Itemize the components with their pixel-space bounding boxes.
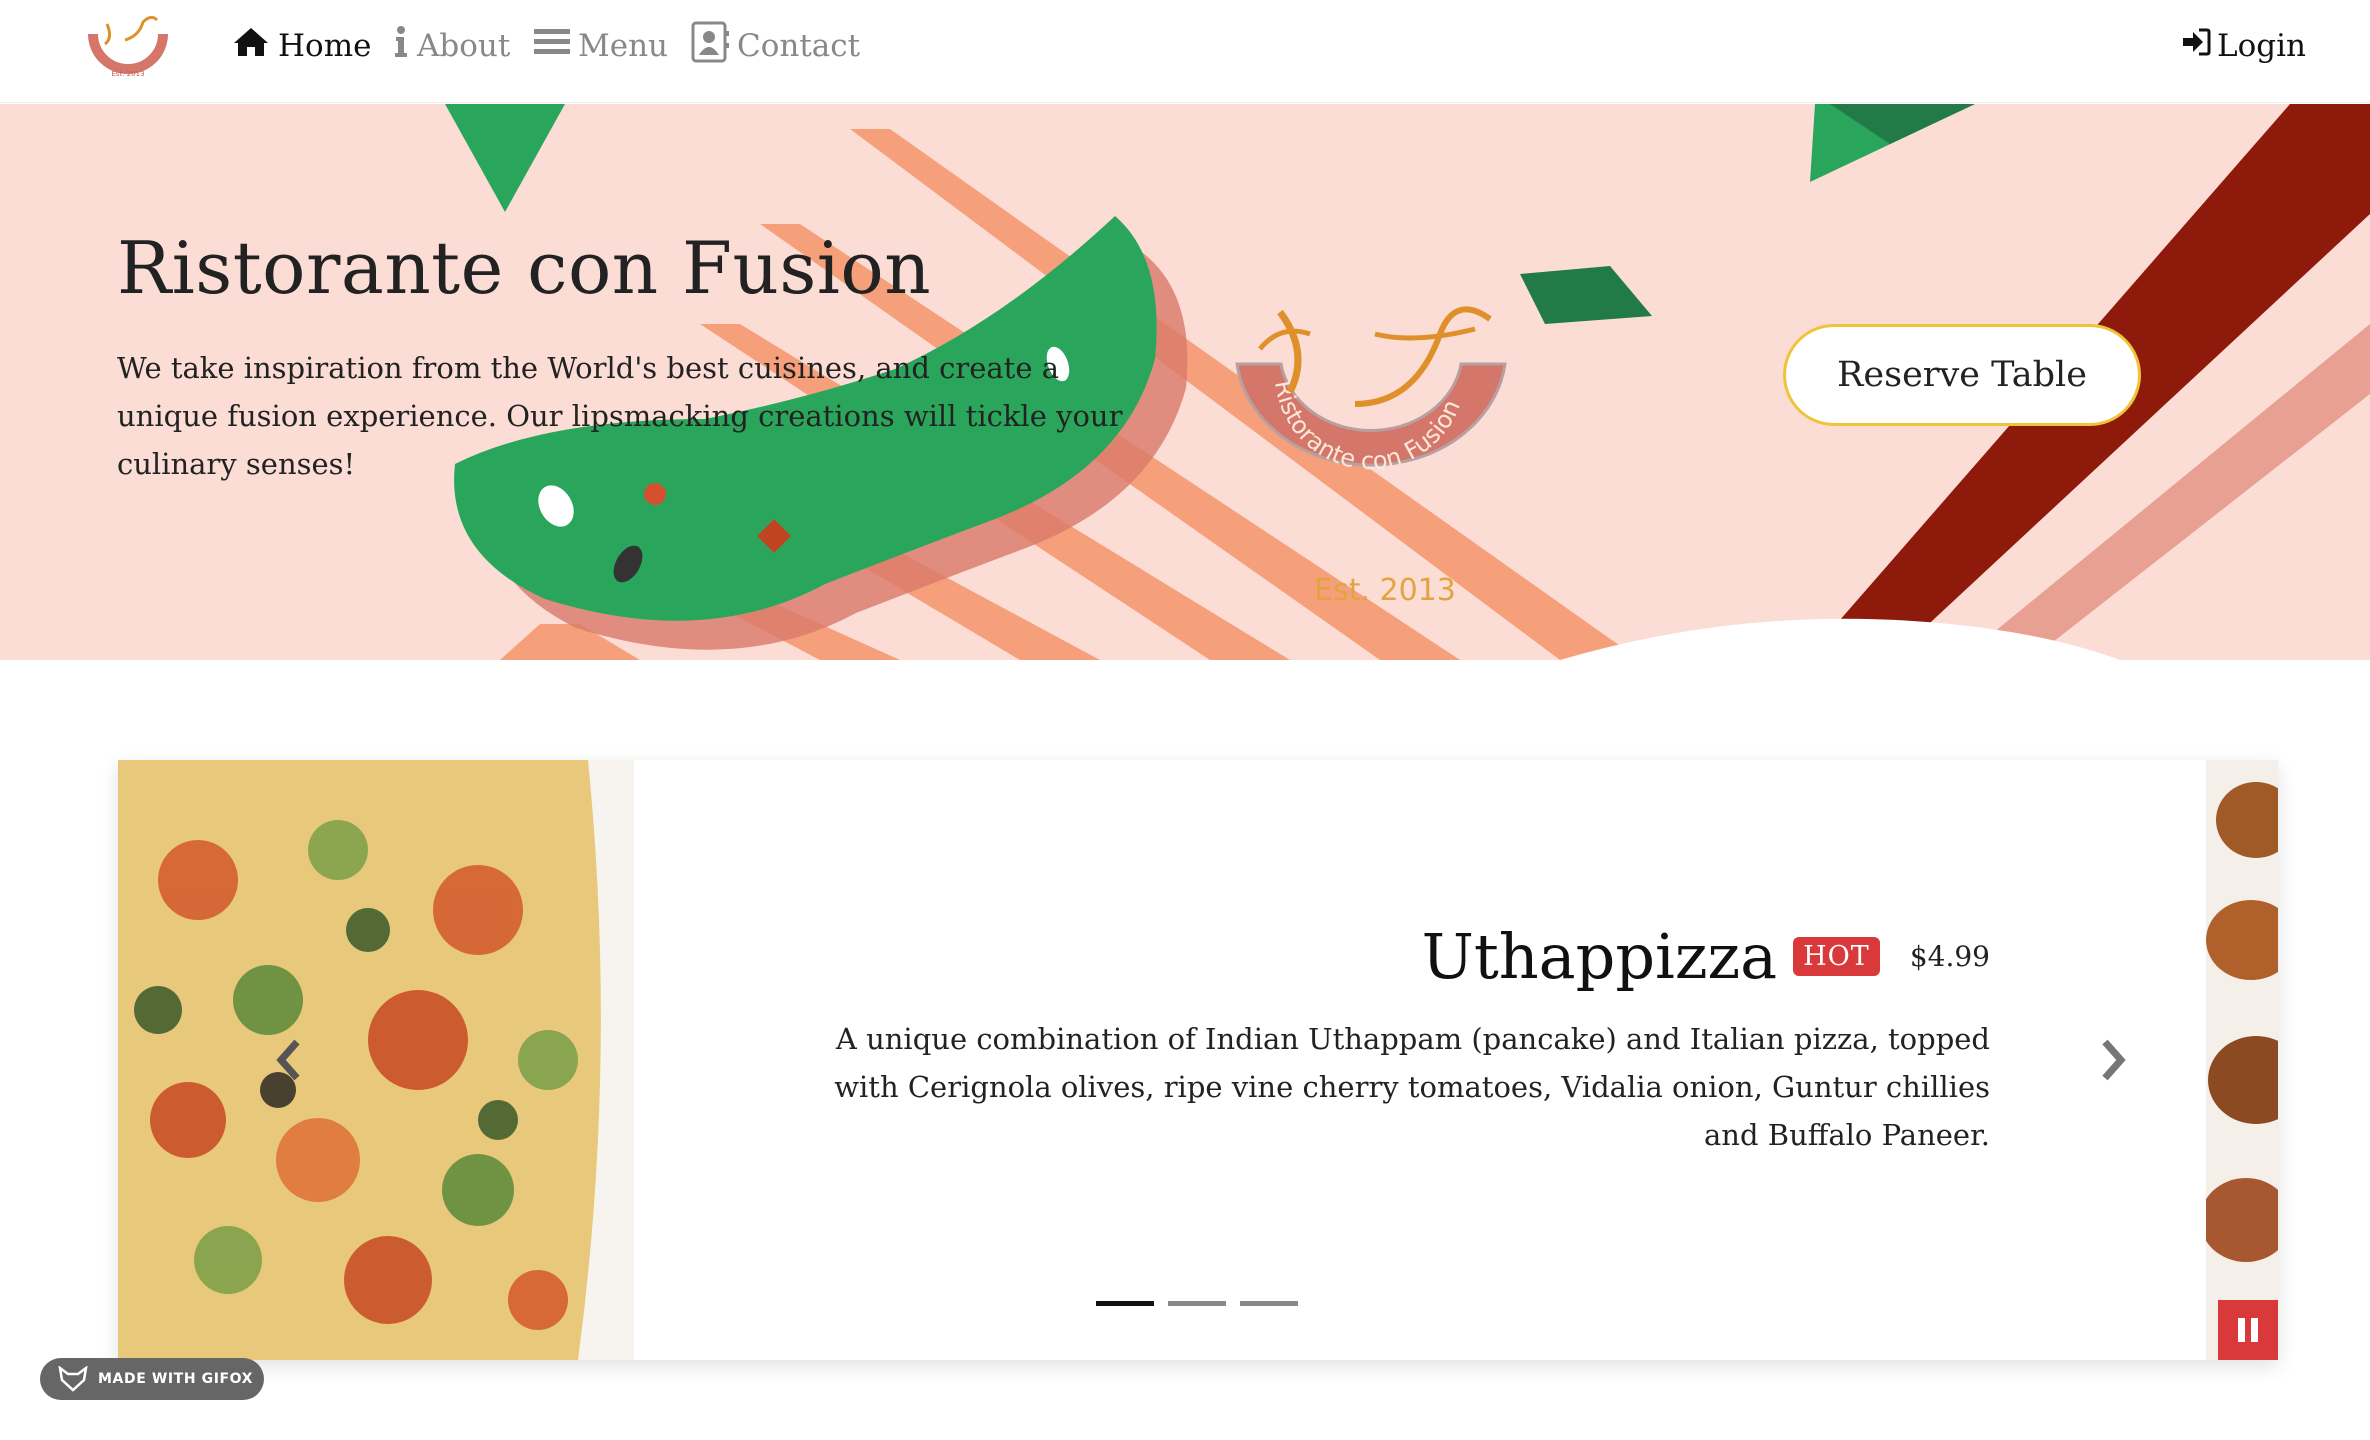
nav-about[interactable]: About — [393, 22, 510, 70]
svg-text:Ristorante con Fusion: Ristorante con Fusion — [1269, 378, 1466, 475]
gifox-watermark: MADE WITH GIFOX — [40, 1358, 264, 1400]
address-card-icon — [691, 21, 729, 71]
svg-text:Est. 2013: Est. 2013 — [111, 70, 144, 78]
info-icon — [393, 25, 409, 67]
nav-menu[interactable]: Menu — [534, 22, 668, 70]
reserve-table-button[interactable]: Reserve Table — [1783, 324, 2141, 426]
home-icon — [232, 26, 270, 66]
uthappizza-image — [118, 760, 634, 1360]
carousel-indicator-3[interactable] — [1240, 1301, 1298, 1306]
list-icon — [534, 27, 570, 65]
fox-icon — [58, 1366, 88, 1392]
carousel-prev-button[interactable] — [258, 1028, 318, 1092]
dish-heading: Uthappizza HOT $4.99 — [678, 920, 1990, 993]
hot-badge: HOT — [1793, 937, 1880, 976]
nav-menu-label: Menu — [578, 28, 669, 64]
hero-title: Ristorante con Fusion — [117, 226, 932, 310]
chevron-right-icon — [2102, 1039, 2126, 1081]
nav-about-label: About — [417, 28, 511, 64]
sign-in-icon — [2181, 28, 2211, 64]
nav-home-label: Home — [278, 28, 372, 64]
dish-name: Uthappizza — [1421, 920, 1778, 993]
hero-banner: Ristorante con Fusion We take inspiratio… — [0, 104, 2370, 660]
dish-carousel: Uthappizza HOT $4.99 A unique combinatio… — [118, 760, 2278, 1360]
carousel-pause-button[interactable] — [2218, 1300, 2278, 1360]
chevron-left-icon — [276, 1039, 300, 1081]
gifox-label: MADE WITH GIFOX — [98, 1371, 254, 1387]
nav-contact-label: Contact — [737, 28, 861, 64]
next-slide-image-peek — [2196, 760, 2278, 1360]
restaurant-logo-emblem: Ristorante con Fusion Est. 2013 — [1235, 306, 1507, 608]
carousel-indicators — [1096, 1301, 1298, 1306]
dish-description: A unique combination of Indian Uthappam … — [834, 1022, 1990, 1152]
nav-home[interactable]: Home — [232, 22, 371, 70]
brand-logo[interactable]: Est. 2013 — [85, 14, 171, 80]
carousel-indicator-1[interactable] — [1096, 1301, 1154, 1306]
navbar: Est. 2013 Home About Menu Contact Login — [0, 0, 2370, 103]
pause-icon — [2238, 1318, 2258, 1342]
login-link[interactable]: Login — [2181, 22, 2306, 70]
carousel-indicator-2[interactable] — [1168, 1301, 1226, 1306]
dish-price: $4.99 — [1909, 940, 1990, 973]
carousel-next-button[interactable] — [2084, 1028, 2144, 1092]
svg-text:Est. 2013: Est. 2013 — [1314, 573, 1456, 608]
nav-contact[interactable]: Contact — [691, 21, 861, 71]
hero-description: We take inspiration from the World's bes… — [117, 351, 1123, 481]
slide-caption: Uthappizza HOT $4.99 A unique combinatio… — [678, 920, 1990, 1159]
login-label: Login — [2217, 28, 2306, 64]
